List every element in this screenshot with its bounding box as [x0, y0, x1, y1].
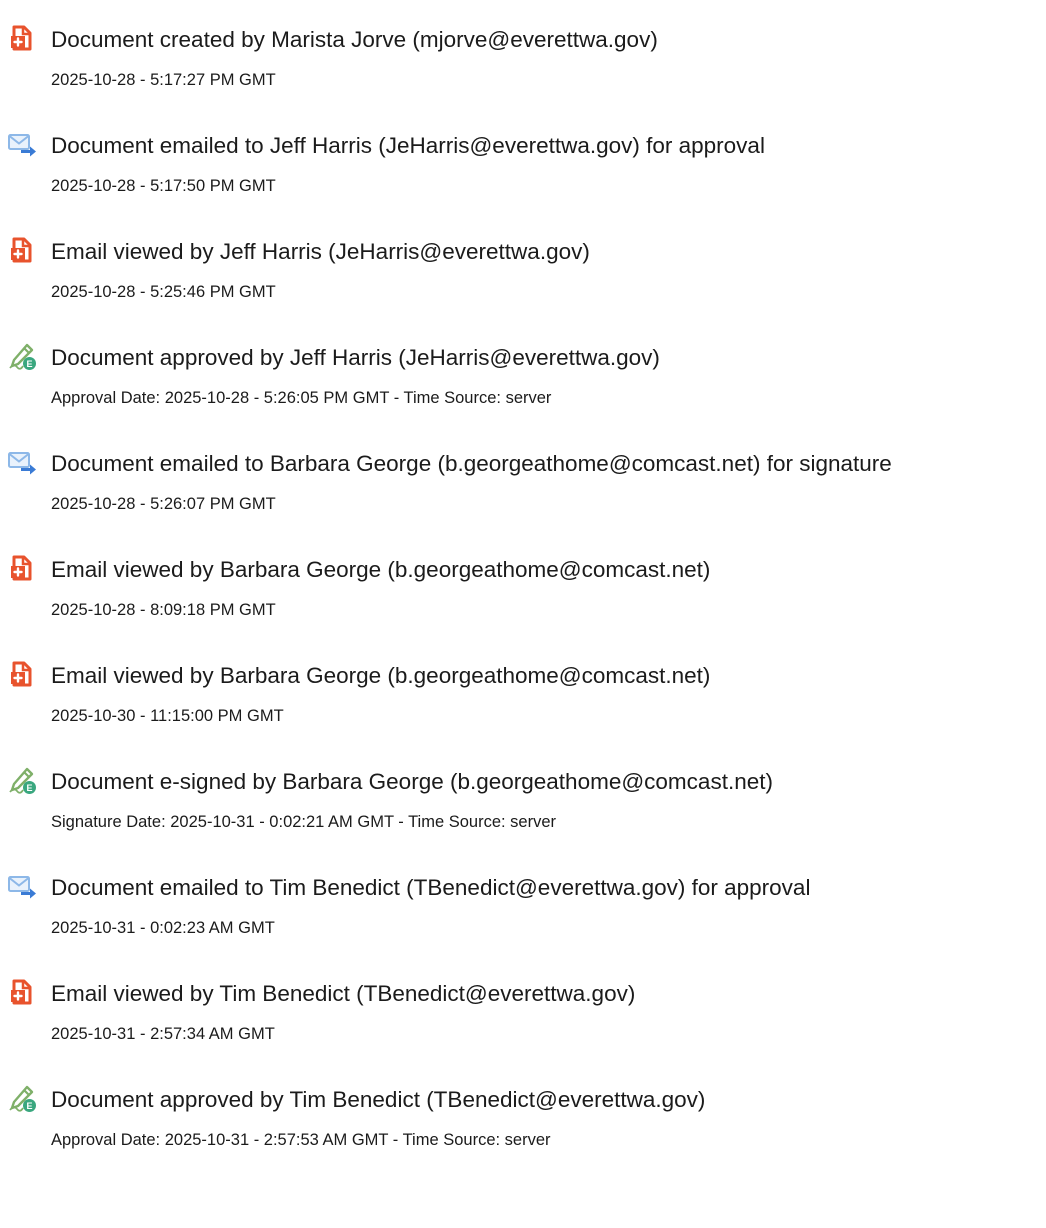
- audit-event: E Document approved by Tim Benedict (TBe…: [0, 1074, 1046, 1174]
- audit-event: E Document e-signed by Barbara George (b…: [0, 756, 1046, 856]
- email-sent-icon: [7, 871, 37, 901]
- signature-pen-icon: E: [7, 765, 37, 795]
- event-timestamp: 2025-10-28 - 8:09:18 PM GMT: [51, 601, 276, 619]
- event-title: Document emailed to Tim Benedict (TBened…: [51, 875, 811, 900]
- event-signature-date: Signature Date: 2025-10-31 - 0:02:21 AM …: [51, 813, 557, 831]
- approval-pen-icon: E: [7, 1083, 37, 1113]
- audit-event: Document emailed to Jeff Harris (JeHarri…: [0, 120, 1046, 220]
- document-created-icon: [7, 23, 37, 53]
- event-approval-date: Approval Date: 2025-10-28 - 5:26:05 PM G…: [51, 389, 552, 407]
- audit-event: Email viewed by Barbara George (b.george…: [0, 650, 1046, 750]
- event-title: Email viewed by Barbara George (b.george…: [51, 557, 711, 582]
- document-viewed-icon: [7, 553, 37, 583]
- event-title: Email viewed by Barbara George (b.george…: [51, 663, 711, 688]
- audit-event: Document emailed to Barbara George (b.ge…: [0, 438, 1046, 538]
- document-viewed-icon: [7, 235, 37, 265]
- event-title: Document emailed to Barbara George (b.ge…: [51, 451, 892, 476]
- event-timestamp: 2025-10-31 - 0:02:23 AM GMT: [51, 919, 275, 937]
- event-timestamp: 2025-10-28 - 5:17:50 PM GMT: [51, 177, 276, 195]
- event-title: Document approved by Jeff Harris (JeHarr…: [51, 345, 660, 370]
- email-sent-icon: [7, 129, 37, 159]
- event-timestamp: 2025-10-28 - 5:25:46 PM GMT: [51, 283, 276, 301]
- document-viewed-icon: [7, 977, 37, 1007]
- event-title: Document approved by Tim Benedict (TBene…: [51, 1087, 706, 1112]
- audit-event: Document created by Marista Jorve (mjorv…: [0, 14, 1046, 114]
- audit-event: Email viewed by Barbara George (b.george…: [0, 544, 1046, 644]
- approval-pen-icon: E: [7, 341, 37, 371]
- event-timestamp: 2025-10-30 - 11:15:00 PM GMT: [51, 707, 284, 725]
- svg-text:E: E: [26, 1101, 32, 1111]
- event-title: Email viewed by Tim Benedict (TBenedict@…: [51, 981, 636, 1006]
- event-approval-date: Approval Date: 2025-10-31 - 2:57:53 AM G…: [51, 1131, 551, 1149]
- audit-event: Email viewed by Jeff Harris (JeHarris@ev…: [0, 226, 1046, 326]
- svg-text:E: E: [26, 359, 32, 369]
- audit-event: Document emailed to Tim Benedict (TBened…: [0, 862, 1046, 962]
- document-viewed-icon: [7, 659, 37, 689]
- event-timestamp: 2025-10-28 - 5:26:07 PM GMT: [51, 495, 276, 513]
- event-title: Email viewed by Jeff Harris (JeHarris@ev…: [51, 239, 590, 264]
- event-title: Document e-signed by Barbara George (b.g…: [51, 769, 773, 794]
- event-title: Document emailed to Jeff Harris (JeHarri…: [51, 133, 765, 158]
- event-title: Document created by Marista Jorve (mjorv…: [51, 27, 658, 52]
- event-timestamp: 2025-10-28 - 5:17:27 PM GMT: [51, 71, 276, 89]
- audit-event: E Document approved by Jeff Harris (JeHa…: [0, 332, 1046, 432]
- email-sent-icon: [7, 447, 37, 477]
- svg-text:E: E: [26, 783, 32, 793]
- audit-event: Email viewed by Tim Benedict (TBenedict@…: [0, 968, 1046, 1068]
- event-timestamp: 2025-10-31 - 2:57:34 AM GMT: [51, 1025, 275, 1043]
